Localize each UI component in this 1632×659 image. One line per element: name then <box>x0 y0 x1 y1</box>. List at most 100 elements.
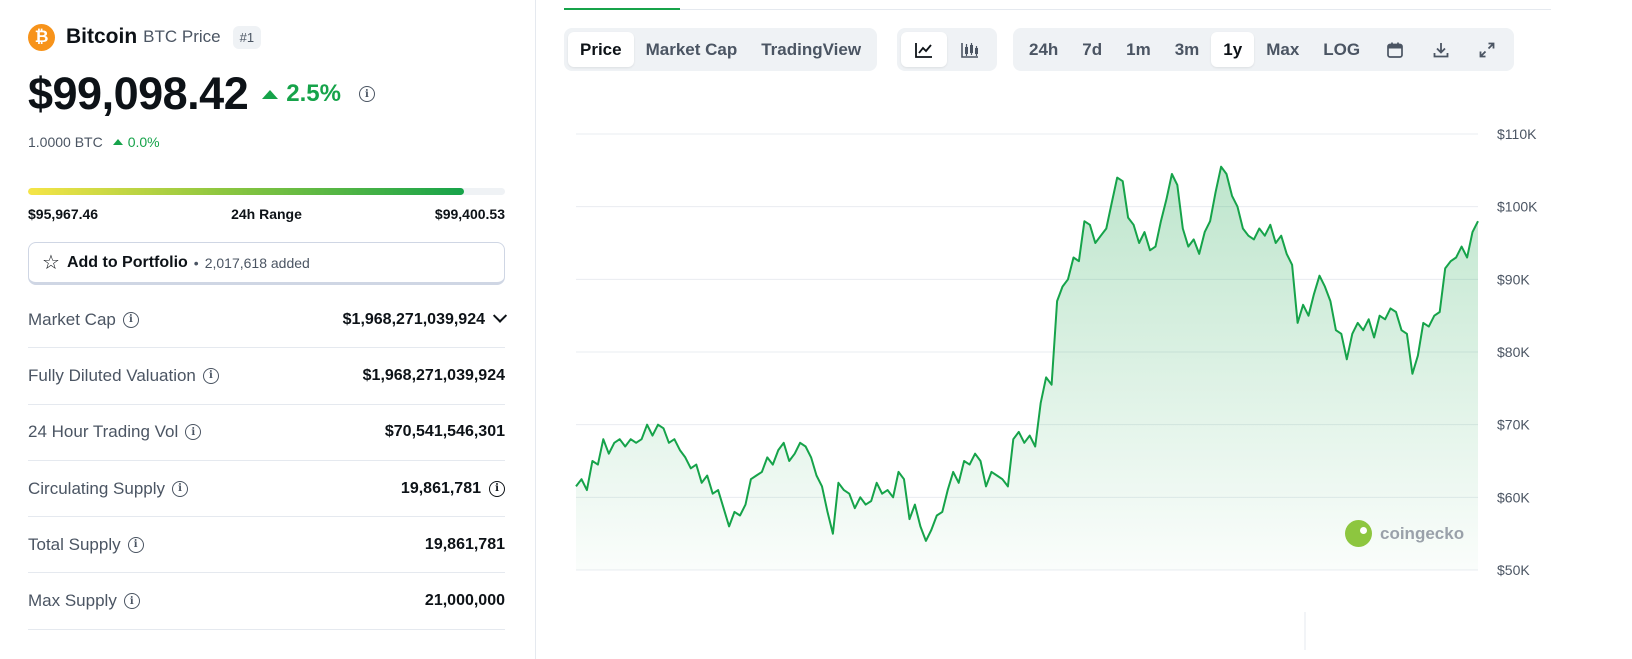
active-tab-indicator <box>564 8 680 10</box>
line-chart-button[interactable] <box>901 32 947 67</box>
stat-label: Max Supply <box>28 591 117 611</box>
coin-name: Bitcoin <box>66 25 138 48</box>
stat-label: Circulating Supply <box>28 478 166 498</box>
y-tick-label: $110K <box>1497 126 1537 142</box>
download-icon <box>1433 42 1449 57</box>
panel-divider <box>535 0 536 659</box>
line-chart-icon <box>915 42 932 58</box>
stat-row-market-cap: Market Cap i $1,968,271,039,924 <box>28 292 508 349</box>
stat-row-total-supply: Total Supply i 19,861,781 <box>28 517 505 574</box>
stat-label: Total Supply <box>28 534 121 554</box>
btc-price-row: 1.0000 BTC 0.0% <box>28 134 160 150</box>
stat-row-fdv: Fully Diluted Valuation i $1,968,271,039… <box>28 348 505 405</box>
info-icon[interactable]: i <box>185 424 202 441</box>
stat-label: 24 Hour Trading Vol <box>28 422 179 442</box>
info-icon[interactable]: i <box>202 367 219 384</box>
range-1m[interactable]: 1m <box>1114 32 1163 67</box>
coin-summary-panel: ₿ Bitcoin BTC Price #1 $99,098.42 2.5% i… <box>28 0 527 659</box>
y-tick-label: $70K <box>1497 417 1530 433</box>
range-labels: $95,967.46 24h Range $99,400.53 <box>28 206 505 222</box>
tab-tradingview[interactable]: TradingView <box>749 32 873 67</box>
portfolio-added-count: 2,017,618 added <box>204 254 310 271</box>
coin-header: ₿ Bitcoin BTC Price #1 <box>28 22 262 52</box>
stat-value: $70,541,546,301 <box>384 423 505 441</box>
stat-value-container[interactable]: $1,968,271,039,924 <box>343 308 508 329</box>
separator-dot: • <box>193 254 199 271</box>
stat-label-container: Market Cap i <box>28 310 139 330</box>
log-scale-toggle[interactable]: LOG <box>1311 32 1372 67</box>
expand-button[interactable] <box>1464 32 1510 67</box>
stat-label-container: Fully Diluted Valuation i <box>28 366 219 386</box>
stat-label-container: Total Supply i <box>28 535 144 555</box>
y-tick-label: $90K <box>1497 271 1530 287</box>
coingecko-watermark: coingecko <box>1345 520 1464 547</box>
price-chart[interactable]: $110K $100K $90K $80K $70K $60K $50K <box>564 80 1551 650</box>
price-change-value: 2.5% <box>286 80 341 107</box>
range-24h[interactable]: 24h <box>1017 32 1070 67</box>
watermark-text: coingecko <box>1380 523 1465 543</box>
stat-label-container: 24 Hour Trading Vol i <box>28 422 202 442</box>
stat-value: 21,000,000 <box>424 592 505 610</box>
stat-value: 19,861,781 <box>400 479 481 497</box>
range-label: 24h Range <box>231 206 302 222</box>
chevron-down-icon[interactable] <box>492 308 508 323</box>
y-tick-label: $60K <box>1497 489 1530 505</box>
y-tick-label: $50K <box>1497 562 1530 578</box>
info-icon[interactable]: i <box>489 480 505 497</box>
bitcoin-logo-icon: ₿ <box>28 23 55 51</box>
stat-label-container: Max Supply i <box>28 591 140 611</box>
info-icon[interactable]: i <box>127 536 144 553</box>
chart-range-tabs: 24h 7d 1m 3m 1y Max LOG <box>1013 28 1515 71</box>
chart-area-group <box>575 165 1479 570</box>
stat-label: Fully Diluted Valuation <box>28 365 196 385</box>
y-tick-label: $80K <box>1497 344 1530 360</box>
stat-row-circulating-supply: Circulating Supply i 19,861,781 i <box>28 461 505 518</box>
calendar-icon <box>1387 42 1403 58</box>
chart-view-toggle <box>897 28 997 71</box>
stat-row-trading-volume: 24 Hour Trading Vol i $70,541,546,301 <box>28 405 505 461</box>
range-7d[interactable]: 7d <box>1070 32 1114 67</box>
current-price: $99,098.42 <box>28 68 249 119</box>
caret-up-icon <box>262 89 279 99</box>
info-icon[interactable]: i <box>358 86 375 102</box>
btc-change-value: 0.0% <box>127 134 160 150</box>
coingecko-logo-icon <box>1345 520 1372 547</box>
portfolio-label: Add to Portfolio <box>66 253 188 271</box>
info-icon[interactable]: i <box>123 593 140 610</box>
calendar-button[interactable] <box>1372 32 1418 67</box>
candlestick-icon <box>961 42 978 58</box>
range-low: $95,967.46 <box>28 206 99 222</box>
range-high: $99,400.53 <box>434 206 505 222</box>
info-icon[interactable]: i <box>122 311 139 328</box>
stat-label: Market Cap <box>28 309 116 329</box>
y-axis-labels: $110K $100K $90K $80K $70K $60K $50K <box>1497 126 1538 578</box>
download-button[interactable] <box>1418 32 1464 67</box>
stat-value-container: 19,861,781 i <box>401 480 505 498</box>
stat-row-max-supply: Max Supply i 21,000,000 <box>28 573 505 630</box>
info-icon[interactable]: i <box>172 480 189 497</box>
top-tab-divider <box>564 9 1551 10</box>
star-icon: ☆ <box>42 251 60 274</box>
candlestick-button[interactable] <box>947 32 993 67</box>
stat-value: 19,861,781 <box>424 535 505 553</box>
rank-badge: #1 <box>232 25 262 49</box>
tab-market-cap[interactable]: Market Cap <box>634 32 750 67</box>
stat-label-container: Circulating Supply i <box>28 478 189 499</box>
price-change-badge: 2.5% <box>262 80 341 108</box>
chart-type-tabs: Price Market Cap TradingView <box>564 28 878 71</box>
y-tick-label: $100K <box>1497 199 1538 215</box>
add-to-portfolio-button[interactable]: ☆ Add to Portfolio • 2,017,618 added <box>28 242 505 285</box>
btc-value: 1.0000 BTC <box>28 134 103 150</box>
range-progress-bar <box>28 188 505 195</box>
price-area-fill <box>576 166 1478 570</box>
caret-up-icon <box>112 139 123 145</box>
tab-price[interactable]: Price <box>568 32 634 67</box>
range-3m[interactable]: 3m <box>1163 32 1212 67</box>
range-progress-fill <box>28 188 465 195</box>
range-1y[interactable]: 1y <box>1211 32 1255 67</box>
price-row: $99,098.42 2.5% i <box>28 66 375 122</box>
range-max[interactable]: Max <box>1254 32 1311 67</box>
coin-symbol-label: BTC Price <box>143 27 221 46</box>
expand-icon <box>1479 42 1495 57</box>
stats-table: Market Cap i $1,968,271,039,924 Fully Di… <box>28 292 508 630</box>
